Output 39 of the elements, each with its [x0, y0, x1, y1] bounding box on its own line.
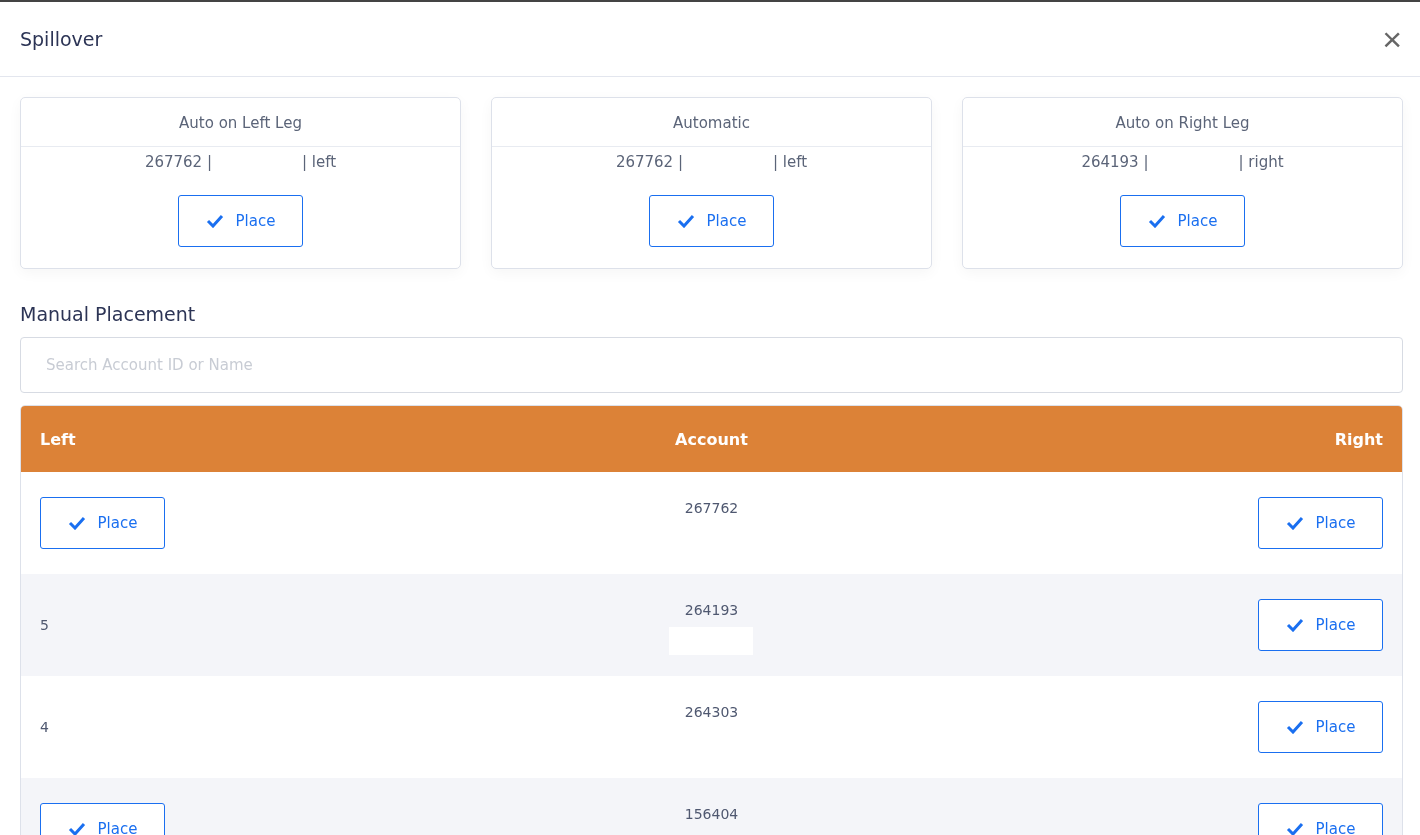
check-icon — [1285, 822, 1304, 835]
leg-label: | left — [302, 153, 337, 171]
place-button[interactable]: Place — [1120, 195, 1245, 247]
place-button[interactable]: Place — [40, 497, 165, 549]
check-icon — [1285, 516, 1304, 530]
place-button[interactable]: Place — [649, 195, 774, 247]
account-id: 264303 — [684, 704, 739, 720]
account-id: 264193 | — [1081, 153, 1149, 171]
account-id: 267762 | — [615, 153, 683, 171]
place-button[interactable]: Place — [40, 803, 165, 835]
check-icon — [205, 214, 224, 228]
check-icon — [1147, 214, 1166, 228]
check-icon — [67, 516, 86, 530]
check-icon — [1285, 720, 1304, 734]
section-heading: Manual Placement — [20, 303, 197, 325]
card-title: Auto on Left Leg — [21, 98, 460, 147]
check-icon — [676, 214, 695, 228]
account-id: 156404 — [684, 806, 739, 822]
account-id: 267762 | — [144, 153, 212, 171]
check-icon — [67, 822, 86, 835]
account-id: 264193 — [684, 602, 739, 618]
card-title: Auto on Right Leg — [963, 98, 1402, 147]
leg-label: | right — [1238, 153, 1284, 171]
account-id: 267762 — [684, 500, 739, 516]
place-button[interactable]: Place — [1258, 803, 1383, 835]
table-cell: 5 — [40, 617, 49, 633]
column-header: Right — [1333, 429, 1383, 449]
check-icon — [1285, 618, 1304, 632]
place-button[interactable]: Place — [178, 195, 303, 247]
card-title: Automatic — [492, 98, 931, 147]
column-header: Left — [40, 429, 77, 449]
table-cell: 4 — [40, 719, 49, 735]
place-button[interactable]: Place — [1258, 701, 1383, 753]
column-header: Account — [674, 429, 749, 449]
leg-label: | left — [773, 153, 808, 171]
close-button[interactable]: × — [1378, 22, 1406, 56]
place-button[interactable]: Place — [1258, 599, 1383, 651]
place-button[interactable]: Place — [1258, 497, 1383, 549]
modal-title: Spillover — [20, 28, 103, 50]
